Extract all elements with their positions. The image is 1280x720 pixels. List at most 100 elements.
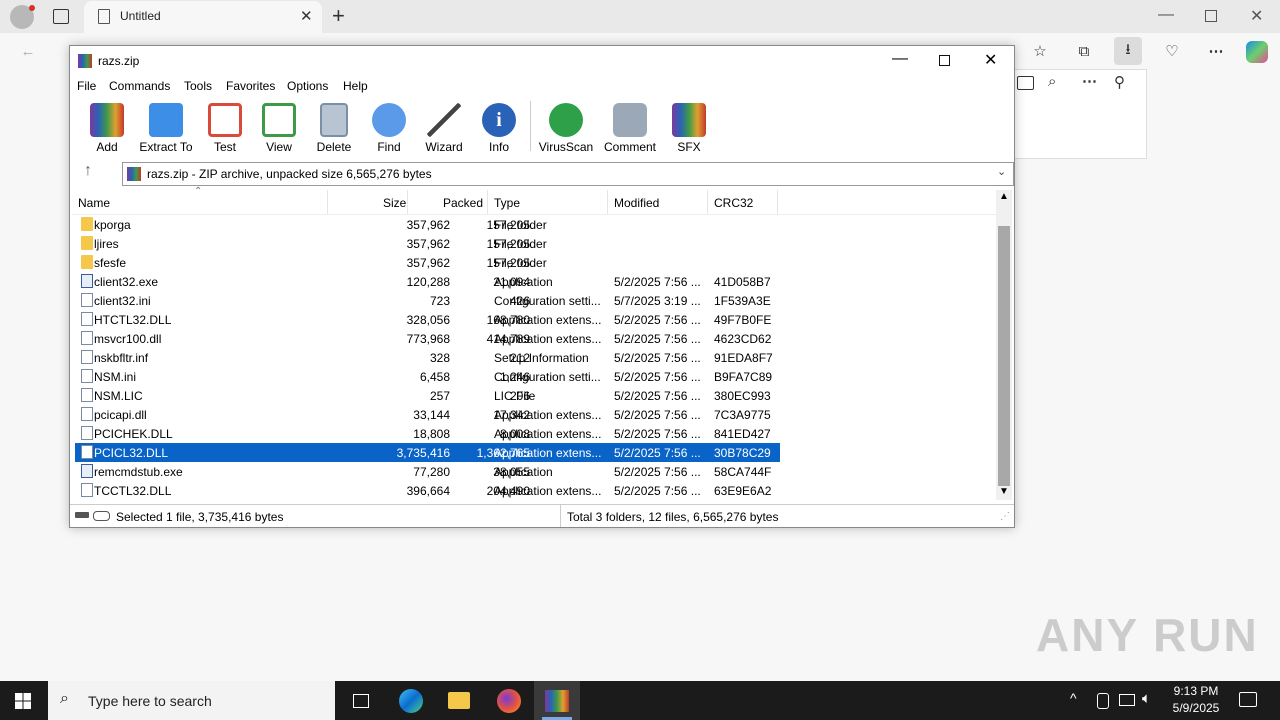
- back-icon[interactable]: ←: [14, 37, 42, 65]
- close-window-icon[interactable]: ✕: [1250, 6, 1263, 26]
- notification-center-icon[interactable]: [1239, 692, 1257, 707]
- file-row[interactable]: TCCTL32.DLL 396,664 204,490 Application ext…: [75, 481, 780, 500]
- column-divider[interactable]: [607, 190, 608, 214]
- vertical-scrollbar[interactable]: ▲ ▼: [996, 190, 1012, 500]
- column-packed[interactable]: Packed: [443, 196, 483, 210]
- column-divider[interactable]: [407, 190, 408, 214]
- minimize-icon[interactable]: —: [1158, 6, 1174, 24]
- column-size[interactable]: Size: [383, 196, 406, 210]
- file-row[interactable]: NSM.LIC 257 206 LIC File 5/2/2025 7:56 ... 38…: [75, 386, 780, 405]
- taskbar-search[interactable]: ⌕ Type here to search: [48, 681, 335, 720]
- status-selection: Selected 1 file, 3,735,416 bytes: [116, 510, 284, 524]
- favorites-icon[interactable]: ☆: [1026, 37, 1054, 65]
- browser-essentials-icon[interactable]: ♡: [1158, 37, 1186, 65]
- column-modified[interactable]: Modified: [614, 196, 659, 210]
- delete-button[interactable]: Delete: [303, 101, 365, 155]
- volume-icon[interactable]: 🔈︎: [1142, 690, 1151, 707]
- clock-date: 5/9/2025: [1172, 701, 1220, 715]
- cell-name: ljires: [94, 237, 119, 251]
- task-view-button[interactable]: [338, 681, 384, 720]
- open-folder-icon[interactable]: [1017, 76, 1034, 90]
- up-folder-icon[interactable]: ↑: [84, 162, 92, 180]
- file-row[interactable]: kporga 357,962 157,205 File folder: [75, 215, 780, 234]
- minimize-icon[interactable]: —: [892, 50, 908, 68]
- tab-actions-icon[interactable]: [53, 9, 69, 24]
- menu-tools[interactable]: Tools: [184, 79, 212, 93]
- file-row[interactable]: pcicapi.dll 33,144 17,342 Application exten…: [75, 405, 780, 424]
- winrar-title-bar[interactable]: razs.zip — ✕: [70, 46, 1014, 76]
- virusscan-button[interactable]: VirusScan: [535, 101, 597, 155]
- close-icon[interactable]: ✕: [984, 50, 997, 70]
- browser-tab[interactable]: Untitled ✕: [84, 1, 322, 33]
- file-row[interactable]: remcmdstub.exe 77,280 38,055 Application 5/2…: [75, 462, 780, 481]
- column-divider[interactable]: [487, 190, 488, 214]
- taskbar-firefox[interactable]: [486, 681, 532, 720]
- cell-name: client32.exe: [94, 275, 159, 289]
- network-icon[interactable]: [1119, 694, 1135, 706]
- close-tab-icon[interactable]: ✕: [300, 7, 313, 25]
- file-row[interactable]: NSM.ini 6,458 1,246 Configuration setti... 5…: [75, 367, 780, 386]
- file-row[interactable]: sfesfe 357,962 157,205 File folder: [75, 253, 780, 272]
- collections-icon[interactable]: ⧉: [1070, 37, 1098, 65]
- menu-commands[interactable]: Commands: [109, 79, 170, 93]
- downloads-more-icon[interactable]: ⋯: [1082, 72, 1097, 90]
- status-total: Total 3 folders, 12 files, 6,565,276 byt…: [567, 510, 779, 524]
- sfx-button[interactable]: SFX: [658, 101, 720, 155]
- virus-scan-icon: [549, 103, 583, 137]
- network-drive-icon[interactable]: [1097, 693, 1109, 709]
- taskbar-winrar[interactable]: [534, 681, 580, 720]
- column-divider[interactable]: [327, 190, 328, 214]
- cell-size: 328: [429, 351, 450, 365]
- column-name[interactable]: Name: [78, 196, 110, 210]
- view-button[interactable]: View: [248, 101, 310, 155]
- archive-icon: [127, 167, 141, 181]
- column-divider[interactable]: [707, 190, 708, 214]
- restore-icon[interactable]: [1205, 10, 1217, 22]
- comment-icon: [613, 103, 647, 137]
- more-options-icon[interactable]: ⋯: [1202, 37, 1230, 65]
- comment-button[interactable]: Comment: [599, 101, 661, 155]
- extract-to-button[interactable]: Extract To: [135, 101, 197, 155]
- file-row[interactable]: client32.exe 120,288 21,094 Application 5/2/…: [75, 272, 780, 291]
- menu-options[interactable]: Options: [287, 79, 328, 93]
- wizard-button[interactable]: Wizard: [413, 101, 475, 155]
- search-downloads-icon[interactable]: ⌕: [1048, 73, 1056, 90]
- menu-help[interactable]: Help: [343, 79, 368, 93]
- file-row[interactable]: ljires 357,962 157,205 File folder: [75, 234, 780, 253]
- info-button[interactable]: i Info: [468, 101, 530, 155]
- column-type[interactable]: Type: [494, 196, 520, 210]
- clock[interactable]: 9:13 PM 5/9/2025: [1166, 683, 1226, 717]
- downloads-icon[interactable]: ⭳: [1114, 37, 1142, 65]
- menu-file[interactable]: File: [77, 79, 96, 93]
- path-field[interactable]: razs.zip - ZIP archive, unpacked size 6,…: [122, 162, 1014, 186]
- file-icon: [81, 369, 93, 383]
- copilot-icon[interactable]: [1246, 41, 1268, 63]
- file-row[interactable]: PCICL32.DLL 3,735,416 1,362,765 Application…: [75, 443, 780, 462]
- scroll-down-icon[interactable]: ▼: [999, 486, 1009, 497]
- file-row[interactable]: PCICHEK.DLL 18,808 8,008 Application extens…: [75, 424, 780, 443]
- scroll-up-icon[interactable]: ▲: [999, 191, 1009, 202]
- test-button[interactable]: Test: [194, 101, 256, 155]
- scrollbar-thumb[interactable]: [998, 226, 1010, 486]
- file-row[interactable]: nskbfltr.inf 328 212 Setup Information 5/2/2…: [75, 348, 780, 367]
- winrar-app-icon: [78, 54, 92, 68]
- column-crc32[interactable]: CRC32: [714, 196, 753, 210]
- chevron-up-icon[interactable]: ^: [1070, 690, 1077, 706]
- new-tab-button[interactable]: +: [332, 3, 345, 29]
- pin-icon[interactable]: ⚲: [1114, 73, 1125, 91]
- column-divider[interactable]: [777, 190, 778, 214]
- start-button[interactable]: [0, 681, 46, 720]
- menu-favorites[interactable]: Favorites: [226, 79, 275, 93]
- resize-grip-icon[interactable]: ⋰: [1000, 511, 1010, 522]
- taskbar-edge[interactable]: [388, 681, 434, 720]
- file-row[interactable]: msvcr100.dll 773,968 414,789 Application ex…: [75, 329, 780, 348]
- file-row[interactable]: HTCTL32.DLL 328,056 168,780 Application ext…: [75, 310, 780, 329]
- maximize-icon[interactable]: [939, 55, 950, 66]
- chevron-down-icon[interactable]: ⌄: [997, 165, 1006, 178]
- add-button[interactable]: Add: [76, 101, 138, 155]
- search-icon: ⌕: [60, 690, 69, 707]
- file-row[interactable]: client32.ini 723 426 Configuration setti...…: [75, 291, 780, 310]
- taskbar-file-explorer[interactable]: [436, 681, 482, 720]
- file-icon: [81, 331, 93, 345]
- find-button[interactable]: Find: [358, 101, 420, 155]
